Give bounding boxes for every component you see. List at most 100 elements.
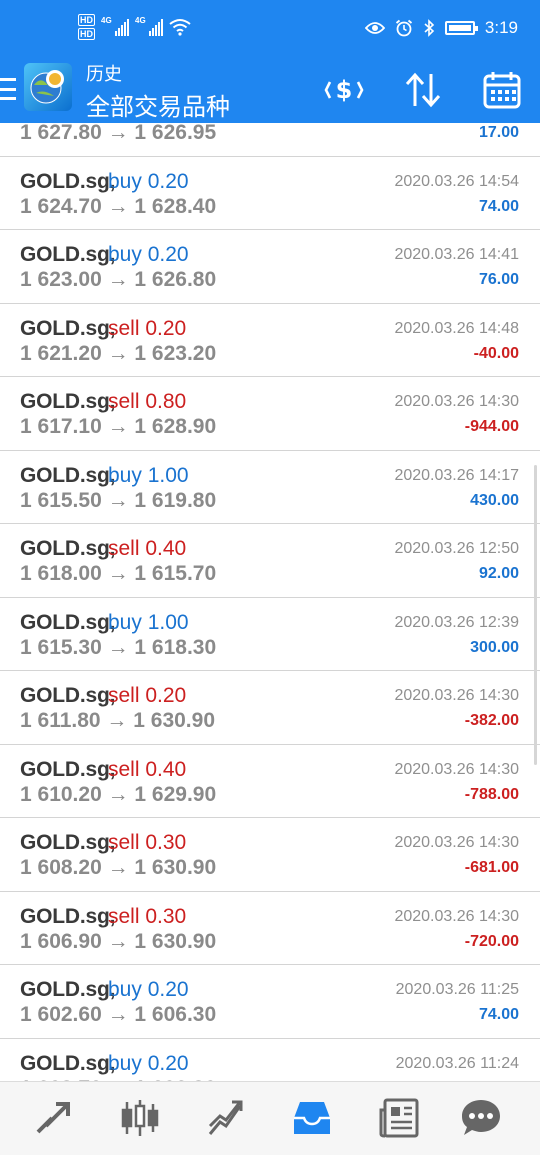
status-bar: HD HD 4G 4G 3:19 [0, 0, 540, 60]
trade-profit: 430.00 [470, 491, 519, 509]
trade-profit: -720.00 [464, 932, 519, 950]
trade-symbol: GOLD.sg, [20, 684, 116, 707]
trade-type: sell 0.20 [108, 684, 187, 707]
wifi-icon [169, 19, 191, 36]
list-item[interactable]: GOLD.sg, sell 0.40 1 618.00 → 1 615.70 2020… [0, 524, 540, 598]
network-type: 4G [101, 16, 112, 25]
trade-symbol: GOLD.sg, [20, 831, 116, 854]
list-item[interactable]: GOLD.sg, sell 0.30 1 606.90 → 1 630.90 2020… [0, 892, 540, 965]
trade-time: 2020.03.26 14:30 [394, 760, 519, 778]
news-icon[interactable] [377, 1096, 421, 1140]
trade-symbol: GOLD.sg, [20, 610, 116, 634]
history-icon[interactable] [290, 1096, 334, 1140]
list-item[interactable]: 1 627.80 → 1 626.95 17.00 [0, 123, 540, 157]
status-left: HD HD 4G 4G [78, 14, 191, 40]
alarm-icon [395, 19, 412, 37]
list-item[interactable]: GOLD.sg, sell 0.20 1 621.20 → 1 623.20 2020… [0, 304, 540, 377]
quotes-icon[interactable] [32, 1096, 76, 1140]
menu-icon[interactable] [0, 78, 16, 100]
app-logo[interactable] [24, 63, 72, 111]
hd-indicators: HD HD [78, 14, 95, 40]
trade-time: 2020.03.26 14:48 [394, 319, 519, 337]
trade-prices: 1 621.20 → 1 623.20 [20, 341, 217, 365]
symbol-filter[interactable]: 全部交易品种 [86, 87, 230, 122]
signal-icon: 4G [101, 16, 129, 36]
trade-prices: 1 617.10 → 1 628.90 [20, 415, 217, 438]
trade-time: 2020.03.26 11:25 [395, 981, 519, 998]
trade-time: 2020.03.26 14:30 [394, 687, 519, 704]
trade-time: 2020.03.26 14:30 [394, 907, 519, 925]
svg-text:$: $ [336, 76, 353, 104]
trade-profit: 17.00 [478, 124, 519, 141]
trade-symbol: GOLD.sg, [20, 390, 116, 413]
list-item[interactable]: GOLD.sg, buy 0.20 1 623.00 → 1 626.80 2020.… [0, 230, 540, 304]
status-right: 3:19 [364, 18, 518, 38]
trade-time: 2020.03.26 14:30 [394, 834, 519, 851]
trade-time: 2020.03.26 14:30 [394, 393, 519, 410]
page-title: 历史 [86, 64, 122, 84]
trade-time: 2020.03.26 12:50 [394, 540, 519, 557]
trade-profit: 300.00 [470, 638, 519, 656]
trade-type: buy 1.00 [108, 463, 189, 487]
trade-profit: -788.00 [464, 785, 519, 803]
trade-time: 2020.03.26 12:39 [394, 613, 519, 631]
list-item[interactable]: GOLD.sg,buy 0.201 603.70 → 1 606.302020.… [0, 1039, 540, 1082]
list-item[interactable]: GOLD.sg, buy 0.20 1 602.60 → 1 606.30 2020.… [0, 965, 540, 1039]
hd-badge: HD [78, 28, 95, 40]
trade-symbol: GOLD.sg, [20, 537, 116, 560]
trade-profit: -681.00 [464, 859, 519, 876]
list-item[interactable]: GOLD.sg, buy 1.00 1 615.30 → 1 618.30 2020.… [0, 598, 540, 671]
bluetooth-icon [424, 19, 435, 37]
trade-prices: 1 627.80 → 1 626.95 [20, 123, 217, 144]
trade-symbol: GOLD.sg, [20, 169, 116, 193]
list-item[interactable]: GOLD.sg, buy 0.20 1 624.70 → 1 628.40 2020.… [0, 157, 540, 230]
trade-time: 2020.03.26 14:54 [394, 172, 519, 190]
trade-prices: 1 602.60 → 1 606.30 [20, 1003, 217, 1026]
trade-prices: 1 611.80 → 1 630.90 [20, 709, 215, 732]
trade-time: 2020.03.26 11:24 [395, 1054, 519, 1072]
hd-badge: HD [78, 14, 95, 26]
history-list[interactable]: 1 627.80 → 1 626.95 17.00 GOLD.sg, buy 0.… [0, 123, 540, 1081]
calendar-icon[interactable] [482, 70, 522, 110]
trade-prices: 1 606.90 → 1 630.90 [20, 929, 217, 953]
chart-icon[interactable] [118, 1096, 162, 1140]
signal-icon: 4G [135, 16, 163, 36]
network-type: 4G [135, 16, 146, 25]
trade-profit: -382.00 [464, 712, 519, 729]
trade-icon[interactable] [204, 1096, 248, 1140]
trade-type: sell 0.20 [108, 316, 187, 340]
trade-time: 2020.03.26 14:17 [394, 466, 519, 484]
trade-profit: -944.00 [464, 418, 519, 435]
trade-symbol: GOLD.sg, [20, 1051, 116, 1075]
app-header: 历史 全部交易品种 $ [0, 60, 540, 123]
trade-type: sell 0.40 [108, 537, 187, 560]
trade-profit: 92.00 [478, 565, 519, 582]
deposit-withdraw-icon[interactable]: $ [324, 70, 364, 110]
trade-type: buy 1.00 [108, 610, 189, 634]
trade-prices: 1 618.00 → 1 615.70 [20, 562, 217, 585]
trade-symbol: GOLD.sg, [20, 978, 116, 1001]
list-item[interactable]: GOLD.sg, buy 1.00 1 615.50 → 1 619.80 2020.… [0, 451, 540, 524]
list-item[interactable]: GOLD.sg, sell 0.20 1 611.80 → 1 630.90 2020… [0, 671, 540, 745]
trade-type: buy 0.20 [108, 243, 189, 266]
trade-profit: -40.00 [473, 344, 519, 362]
bottom-navigation [0, 1081, 540, 1155]
list-item[interactable]: GOLD.sg, sell 0.40 1 610.20 → 1 629.90 2020… [0, 745, 540, 818]
trade-profit: 76.00 [478, 271, 519, 288]
trade-time: 2020.03.26 14:41 [394, 246, 519, 263]
trade-profit: 74.00 [478, 197, 519, 215]
sort-icon[interactable] [403, 70, 443, 110]
trade-symbol: GOLD.sg, [20, 757, 116, 781]
list-item[interactable]: GOLD.sg, sell 0.80 1 617.10 → 1 628.90 2020… [0, 377, 540, 451]
trade-type: sell 0.40 [108, 757, 187, 781]
trade-type: buy 0.20 [108, 1051, 189, 1075]
messages-icon[interactable] [459, 1096, 503, 1140]
trade-symbol: GOLD.sg, [20, 243, 116, 266]
trade-symbol: GOLD.sg, [20, 316, 116, 340]
list-item[interactable]: GOLD.sg, sell 0.30 1 608.20 → 1 630.90 2020… [0, 818, 540, 892]
eye-icon [364, 22, 385, 34]
trade-symbol: GOLD.sg, [20, 463, 116, 487]
scrollbar[interactable] [534, 465, 537, 765]
trade-type: sell 0.30 [108, 831, 187, 854]
trade-prices: 1 615.30 → 1 618.30 [20, 635, 217, 659]
